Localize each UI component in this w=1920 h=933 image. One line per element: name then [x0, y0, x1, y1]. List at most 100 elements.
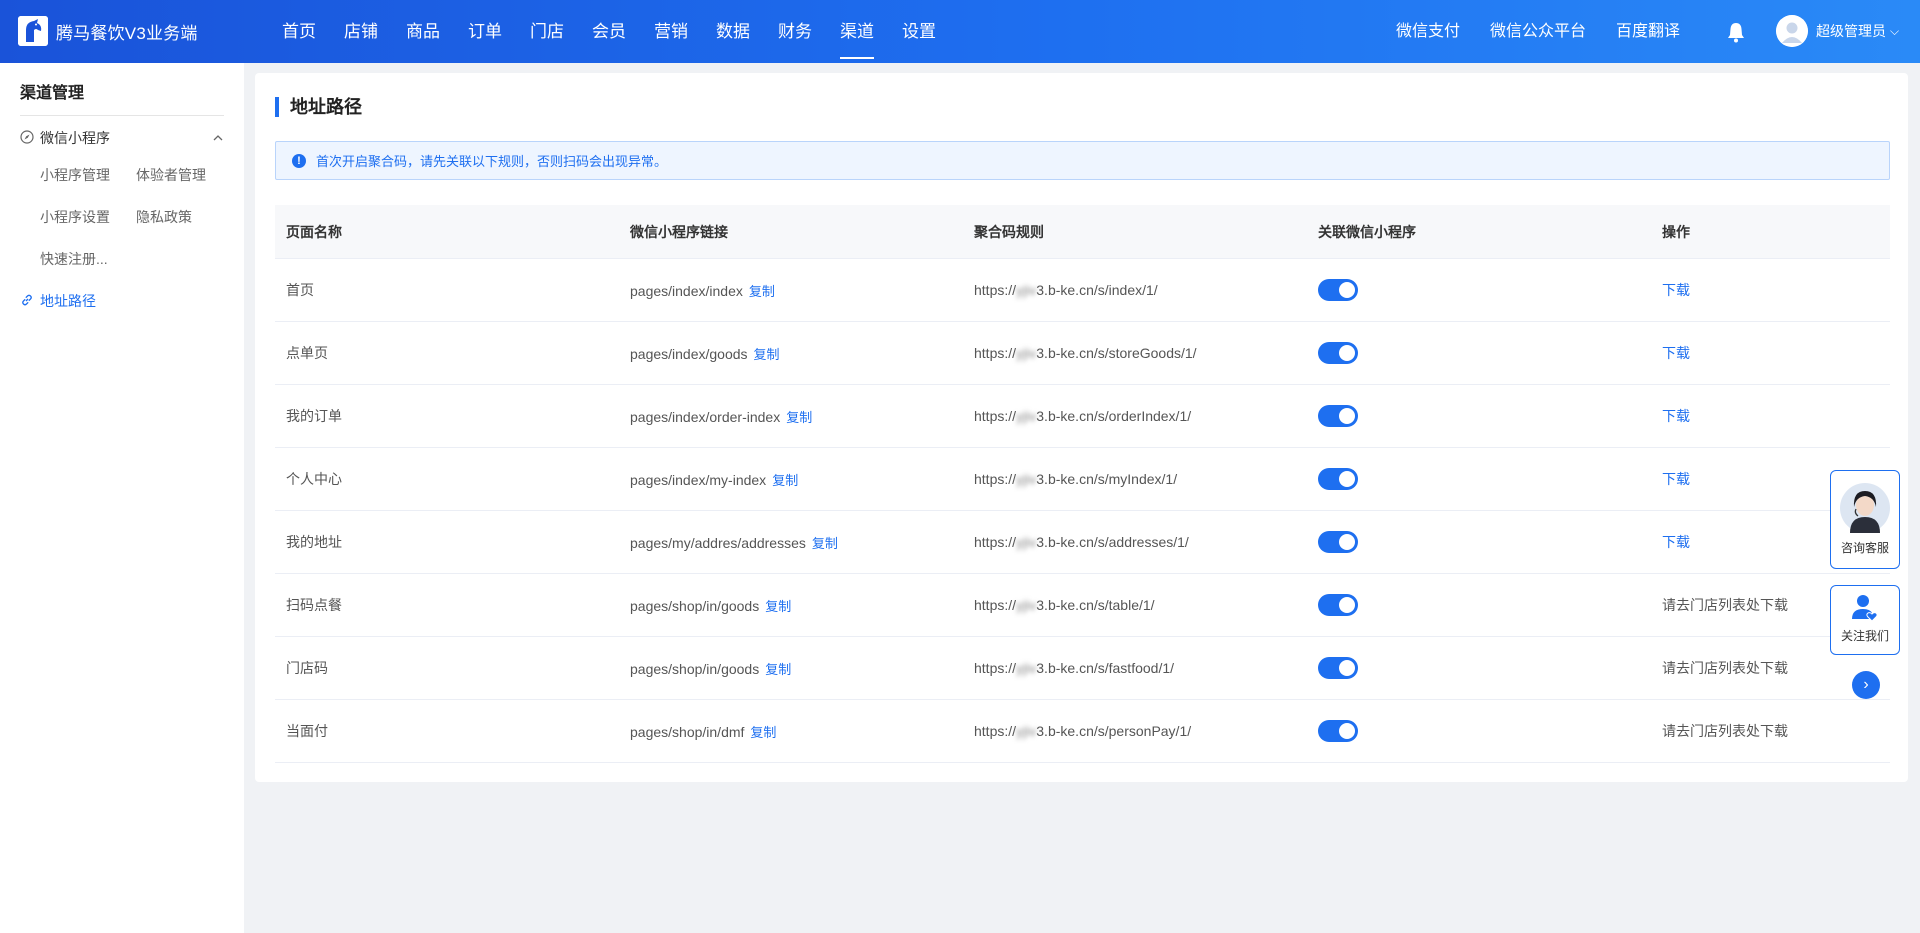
table-header: 页面名称 微信小程序链接 聚合码规则 关联微信小程序 操作	[275, 205, 1890, 259]
sidebar-item-tester-manage[interactable]: 体验者管理	[136, 165, 206, 185]
download-button[interactable]: 下载	[1662, 534, 1690, 550]
sidebar-item-miniprogram-settings[interactable]: 小程序设置	[40, 207, 110, 227]
table-row: 个人中心 pages/index/my-index 复制 https://yjiv3.…	[275, 448, 1890, 511]
horse-logo-icon	[18, 16, 48, 46]
qr-rule-masked: yjiv	[1016, 471, 1037, 487]
table-row: 我的订单 pages/index/order-index 复制 https://yji…	[275, 385, 1890, 448]
miniprogram-link: pages/index/index	[630, 282, 743, 299]
copy-button[interactable]: 复制	[750, 725, 776, 740]
action-cell: 下载	[1651, 343, 1890, 363]
toggle-cell	[1307, 279, 1651, 301]
link-miniprogram-toggle[interactable]	[1318, 468, 1358, 490]
qr-rule-suffix: 3.b-ke.cn/s/index/1/	[1036, 282, 1158, 298]
chevron-down-icon: ⌵	[1890, 23, 1900, 38]
table-row: 点单页 pages/index/goods 复制 https://yjiv3.b-ke…	[275, 322, 1890, 385]
download-button[interactable]: 下载	[1662, 282, 1690, 298]
compass-icon	[20, 129, 34, 147]
page-name: 我的地址	[286, 534, 342, 550]
user-menu[interactable]: 超级管理员 ⌵	[1776, 15, 1899, 47]
miniprogram-link-cell: pages/shop/in/goods 复制	[619, 596, 963, 615]
download-button[interactable]: 下载	[1662, 408, 1690, 424]
info-icon: !	[292, 153, 306, 168]
link-miniprogram-toggle[interactable]	[1318, 720, 1358, 742]
link-miniprogram-toggle[interactable]	[1318, 405, 1358, 427]
qr-rule-cell: https://yjiv3.b-ke.cn/s/orderIndex/1/	[963, 408, 1307, 424]
copy-button[interactable]: 复制	[754, 347, 780, 362]
miniprogram-link: pages/index/order-index	[630, 408, 781, 425]
link-baidu-translate[interactable]: 百度翻译	[1616, 0, 1680, 63]
nav-shop[interactable]: 店铺	[330, 0, 392, 63]
link-miniprogram-toggle[interactable]	[1318, 657, 1358, 679]
qr-rule-cell: https://yjiv3.b-ke.cn/s/table/1/	[963, 597, 1307, 613]
copy-button[interactable]: 复制	[786, 410, 812, 425]
sidebar-item-privacy-policy[interactable]: 隐私政策	[136, 207, 192, 227]
copy-button[interactable]: 复制	[765, 599, 791, 614]
nav-orders[interactable]: 订单	[454, 0, 516, 63]
qr-rule-masked: yjiv	[1016, 282, 1037, 298]
qr-rule-cell: https://yjiv3.b-ke.cn/s/index/1/	[963, 282, 1307, 298]
nav-marketing[interactable]: 营销	[640, 0, 702, 63]
link-wechat-mp[interactable]: 微信公众平台	[1490, 0, 1586, 63]
qr-rule-masked: yjiv	[1016, 345, 1037, 361]
nav-data[interactable]: 数据	[702, 0, 764, 63]
sidebar-item-address-path[interactable]: 地址路径	[20, 291, 96, 311]
copy-button[interactable]: 复制	[812, 536, 838, 551]
nav-stores[interactable]: 门店	[516, 0, 578, 63]
chevron-up-icon	[212, 131, 224, 147]
copy-button[interactable]: 复制	[765, 662, 791, 677]
col-page-name: 页面名称	[286, 223, 342, 240]
link-miniprogram-toggle[interactable]	[1318, 279, 1358, 301]
qr-rule-cell: https://yjiv3.b-ke.cn/s/fastfood/1/	[963, 660, 1307, 676]
top-navbar: 腾马餐饮V3业务端 首页 店铺 商品 订单 门店 会员 营销 数据 财务 渠道 …	[0, 0, 1920, 63]
copy-button[interactable]: 复制	[772, 473, 798, 488]
col-miniprogram-link: 微信小程序链接	[630, 223, 728, 240]
toggle-cell	[1307, 468, 1651, 490]
table-row: 门店码 pages/shop/in/goods 复制 https://yjiv3.b-…	[275, 637, 1890, 700]
brand[interactable]: 腾马餐饮V3业务端	[18, 14, 198, 48]
customer-service-widget[interactable]: 咨询客服	[1830, 470, 1900, 569]
toggle-cell	[1307, 594, 1651, 616]
nav-members[interactable]: 会员	[578, 0, 640, 63]
link-miniprogram-toggle[interactable]	[1318, 594, 1358, 616]
nav-settings[interactable]: 设置	[888, 0, 950, 63]
sidebar-active-label: 地址路径	[40, 293, 96, 309]
copy-button[interactable]: 复制	[749, 284, 775, 299]
qr-rule-suffix: 3.b-ke.cn/s/fastfood/1/	[1036, 660, 1175, 676]
sidebar: 渠道管理 微信小程序 小程序管理 体验者管理 小程序设置 隐私政策 快速注册..…	[0, 63, 244, 933]
sidebar-item-quick-register[interactable]: 快速注册...	[40, 249, 108, 269]
link-wechat-pay[interactable]: 微信支付	[1396, 0, 1460, 63]
qr-rule-prefix: https://	[974, 660, 1017, 676]
nav-finance[interactable]: 财务	[764, 0, 826, 63]
nav-channels[interactable]: 渠道	[826, 0, 888, 63]
nav-goods[interactable]: 商品	[392, 0, 454, 63]
qr-rule-masked: yjiv	[1016, 534, 1037, 550]
page-name: 我的订单	[286, 408, 342, 424]
link-miniprogram-toggle[interactable]	[1318, 531, 1358, 553]
follow-user-heart-icon	[1850, 593, 1880, 623]
content-card: 地址路径 ! 首次开启聚合码，请先关联以下规则，否则扫码会出现异常。 页面名称 …	[255, 73, 1908, 782]
download-hint: 请去门店列表处下载	[1662, 660, 1788, 676]
table-row: 扫码点餐 pages/shop/in/goods 复制 https://yjiv3.b…	[275, 574, 1890, 637]
header-links: 微信支付 微信公众平台 百度翻译	[1396, 0, 1710, 63]
nav-home[interactable]: 首页	[268, 0, 330, 63]
col-qr-rule: 聚合码规则	[974, 223, 1044, 240]
col-actions: 操作	[1662, 223, 1690, 240]
download-button[interactable]: 下载	[1662, 345, 1690, 361]
service-label: 咨询客服	[1840, 541, 1889, 555]
chevron-right-icon[interactable]: ›	[1852, 671, 1880, 699]
sidebar-item-miniprogram-manage[interactable]: 小程序管理	[40, 165, 110, 185]
sidebar-group-wechat-miniprogram[interactable]: 微信小程序	[20, 123, 224, 153]
action-cell: 请去门店列表处下载	[1651, 658, 1890, 678]
toggle-cell	[1307, 342, 1651, 364]
toggle-cell	[1307, 405, 1651, 427]
miniprogram-link-cell: pages/index/goods 复制	[619, 344, 963, 363]
qr-rule-cell: https://yjiv3.b-ke.cn/s/storeGoods/1/	[963, 345, 1307, 361]
download-button[interactable]: 下载	[1662, 471, 1690, 487]
link-miniprogram-toggle[interactable]	[1318, 342, 1358, 364]
action-cell: 下载	[1651, 406, 1890, 426]
bell-icon[interactable]	[1726, 21, 1746, 43]
toggle-cell	[1307, 720, 1651, 742]
table-row: 我的地址 pages/my/addres/addresses 复制 https://y…	[275, 511, 1890, 574]
qr-rule-prefix: https://	[974, 408, 1017, 424]
follow-us-widget[interactable]: 关注我们	[1830, 585, 1900, 655]
